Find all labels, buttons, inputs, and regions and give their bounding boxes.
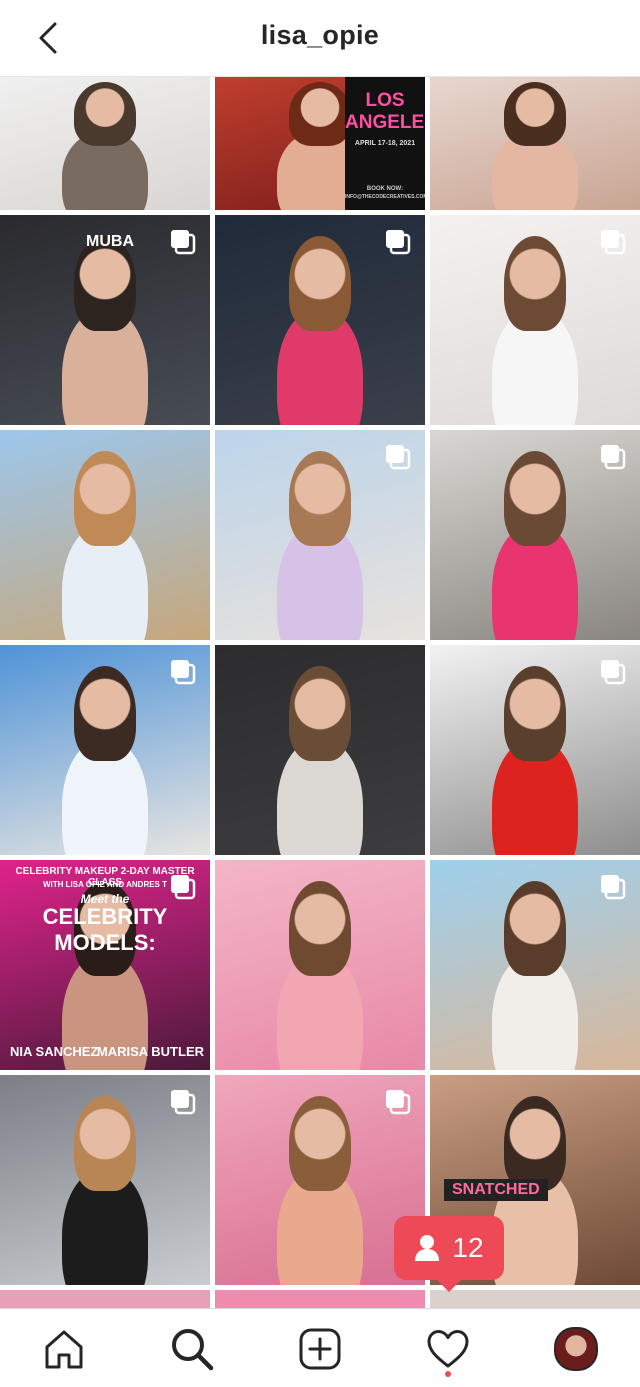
carousel-icon — [171, 1090, 196, 1115]
post-thumbnail[interactable] — [215, 645, 425, 855]
brand-text: MUBA — [86, 233, 134, 250]
profile-avatar — [554, 1327, 598, 1371]
carousel-icon — [601, 660, 626, 685]
search-tab[interactable] — [170, 1327, 214, 1371]
photo-subject-head — [289, 82, 351, 147]
post-thumbnail[interactable] — [0, 1075, 210, 1285]
heart-icon — [427, 1330, 469, 1368]
post-grid: LOSANGELES APRIL 17-18, 2021 BOOK NOW: INFO… — [0, 76, 640, 1308]
promo-text: NIA SANCHEZ — [10, 1044, 99, 1059]
photo-subject-head — [289, 236, 351, 331]
post-thumbnail[interactable] — [0, 1290, 210, 1308]
photo-subject-head — [74, 666, 136, 761]
person-icon — [415, 1235, 440, 1261]
photo-subject-head — [504, 236, 566, 331]
poster-text: INFO@THECODECREATIVES.COM — [345, 194, 425, 200]
photo-subject-head — [289, 666, 351, 761]
activity-unread-dot — [445, 1371, 451, 1377]
home-tab[interactable] — [42, 1327, 86, 1371]
post-thumbnail[interactable]: CELEBRITY MAKEUP 2-DAY MASTER CLASS WITH … — [0, 860, 210, 1070]
carousel-icon — [601, 445, 626, 470]
post-thumbnail[interactable] — [430, 76, 640, 210]
poster-text: BOOK NOW: — [366, 186, 404, 192]
top-bar: lisa_opie — [0, 0, 640, 77]
promo-text: MARISA BUTLER — [96, 1044, 204, 1059]
event-poster: LOSANGELES APRIL 17-18, 2021 BOOK NOW: INFO… — [345, 76, 425, 210]
post-thumbnail[interactable] — [430, 860, 640, 1070]
search-icon — [172, 1329, 214, 1371]
carousel-icon — [601, 230, 626, 255]
photo-subject-head — [504, 666, 566, 761]
photo-subject-head — [289, 1096, 351, 1191]
post-thumbnail[interactable] — [430, 1290, 640, 1308]
carousel-icon — [171, 875, 196, 900]
carousel-icon — [386, 230, 411, 255]
activity-notification-bubble[interactable]: 12 — [394, 1216, 504, 1292]
poster-text: ANGELES — [345, 112, 425, 133]
activity-tab[interactable] — [426, 1327, 470, 1371]
post-thumbnail[interactable] — [215, 860, 425, 1070]
photo-subject-head — [504, 881, 566, 976]
promo-text: CELEBRITY MODELS: — [42, 904, 168, 955]
post-thumbnail[interactable] — [215, 1290, 425, 1308]
poster-text: APRIL 17-18, 2021 — [354, 140, 416, 147]
post-thumbnail[interactable] — [0, 76, 210, 210]
photo-subject-head — [504, 1096, 566, 1191]
photo-subject-head — [289, 881, 351, 976]
photo-subject-head — [504, 82, 566, 147]
bottom-navigation — [0, 1308, 640, 1387]
carousel-icon — [171, 660, 196, 685]
post-thumbnail[interactable] — [215, 215, 425, 425]
photo-subject-head — [74, 1096, 136, 1191]
post-thumbnail[interactable] — [215, 430, 425, 640]
post-thumbnail[interactable]: MUBA — [0, 215, 210, 425]
profile-tab[interactable] — [554, 1327, 598, 1371]
photo-subject-head — [289, 451, 351, 546]
photo-subject-head — [74, 451, 136, 546]
new-post-icon — [299, 1328, 341, 1370]
photo-subject-head — [504, 451, 566, 546]
post-thumbnail[interactable] — [0, 430, 210, 640]
product-label: SNATCHED — [444, 1179, 548, 1201]
post-thumbnail[interactable] — [430, 215, 640, 425]
photo-subject-head — [74, 82, 136, 147]
activity-count: 12 — [452, 1232, 484, 1263]
post-thumbnail[interactable] — [430, 645, 640, 855]
carousel-icon — [386, 445, 411, 470]
profile-username: lisa_opie — [260, 20, 380, 50]
carousel-icon — [601, 875, 626, 900]
post-thumbnail[interactable]: LOSANGELES APRIL 17-18, 2021 BOOK NOW: INFO… — [215, 76, 425, 210]
new-post-tab[interactable] — [298, 1327, 342, 1371]
poster-text: LOS — [365, 90, 405, 111]
carousel-icon — [386, 1090, 411, 1115]
post-thumbnail[interactable] — [0, 645, 210, 855]
post-thumbnail[interactable] — [430, 430, 640, 640]
carousel-icon — [171, 230, 196, 255]
home-icon — [45, 1330, 83, 1369]
